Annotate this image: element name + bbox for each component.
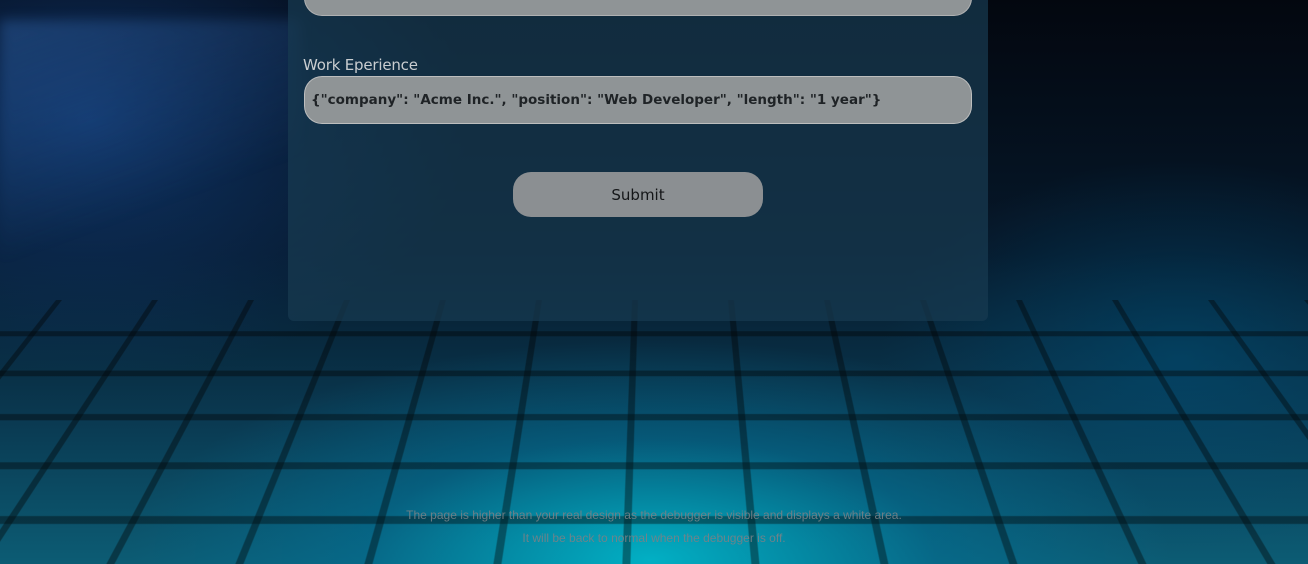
debugger-notice-line-2: It will be back to normal when the debug… [0, 531, 1308, 545]
submit-button[interactable]: Submit [513, 172, 763, 217]
form-panel [288, 0, 988, 321]
previous-field-input[interactable] [304, 0, 972, 16]
work-experience-input[interactable] [304, 76, 972, 124]
light-streak [0, 20, 300, 260]
debugger-notice-line-1: The page is higher than your real design… [0, 508, 1308, 522]
keyboard-keys [0, 300, 1308, 564]
work-experience-label: Work Eperience [303, 56, 418, 74]
